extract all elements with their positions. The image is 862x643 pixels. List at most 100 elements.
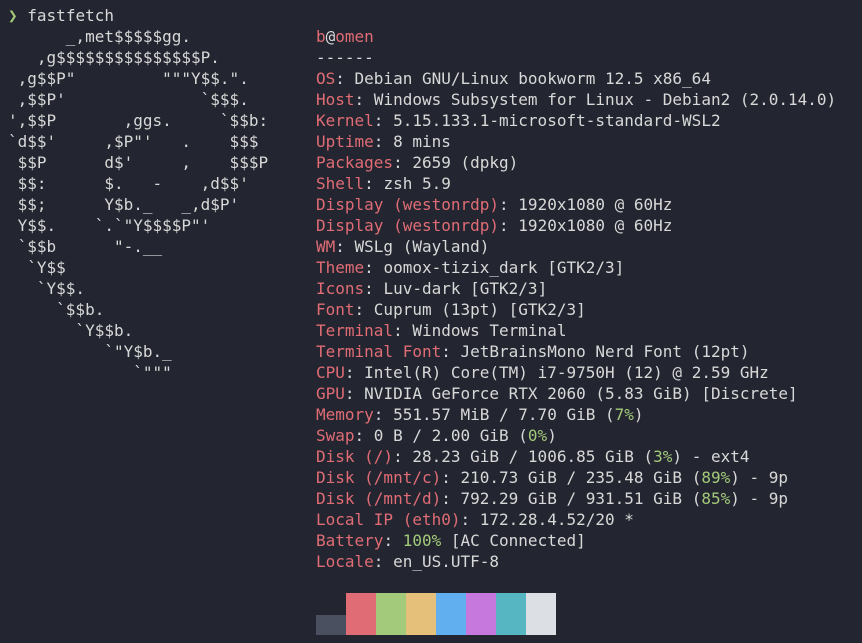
palette-swatch: [446, 593, 456, 635]
info-percentage: 0%: [527, 426, 548, 445]
palette-swatch: [546, 593, 556, 635]
logo-line: ,g$$P" """Y$$.".: [8, 69, 249, 88]
palette-swatch: [346, 593, 356, 635]
palette-swatch: [396, 593, 406, 635]
logo-line: ',$$P ,ggs. `$$b:: [8, 111, 269, 130]
logo-line: `"Y$b._: [8, 342, 172, 361]
at-sign: @: [325, 27, 336, 46]
palette-swatch: [496, 593, 506, 635]
logo-line: `$$b "-.__: [8, 237, 163, 256]
logo-line: `Y$$: [8, 258, 66, 277]
logo-line: `""": [8, 363, 172, 382]
hostname: omen: [335, 27, 374, 46]
info-value: Debian GNU/Linux bookworm 12.5 x86_64: [354, 69, 711, 88]
logo-line: Y$$. `.`"Y$$$$P"': [8, 216, 211, 235]
info-value: 1920x1080 @ 60Hz: [518, 216, 673, 235]
info-percentage: 100%: [402, 531, 442, 550]
palette-swatch: [406, 593, 416, 635]
color-palette: [316, 593, 556, 635]
logo-line: `Y$$b.: [8, 321, 134, 340]
info-row: Local IP (eth0): 172.28.4.52/20 *: [316, 510, 634, 529]
info-key: Disk (/mnt/d): [316, 489, 442, 508]
info-key: Kernel: [316, 111, 374, 130]
info-value: 172.28.4.52/20 *: [479, 510, 634, 529]
header-separator: ------: [316, 48, 374, 67]
palette-swatch: [326, 615, 336, 635]
info-row: Display (westonrdp): 1920x1080 @ 60Hz: [316, 195, 673, 214]
info-key: Disk (/): [316, 447, 394, 466]
debian-logo-ascii: _,met$$$$$gg. ,g$$$$$$$$$$$$$$$P. ,g$$P"…: [8, 26, 268, 383]
info-row: Display (westonrdp): 1920x1080 @ 60Hz: [316, 216, 673, 235]
info-value: JetBrainsMono Nerd Font (12pt): [460, 342, 750, 361]
username: b: [316, 27, 326, 46]
info-row: Disk (/mnt/c): 210.73 GiB / 235.48 GiB (…: [316, 468, 789, 487]
info-value: 0 B / 2.00 GiB (: [373, 426, 528, 445]
info-key: Shell: [316, 174, 365, 193]
info-row: Packages: 2659 (dpkg): [316, 153, 519, 172]
command-prompt: ❯ fastfetch: [8, 5, 114, 26]
info-value: 792.29 GiB / 931.51 GiB (: [460, 489, 702, 508]
logo-line: ,g$$$$$$$$$$$$$$$P.: [8, 48, 220, 67]
info-key: Memory: [316, 405, 374, 424]
palette-swatch: [456, 593, 466, 635]
palette-swatch: [506, 593, 516, 635]
info-value: 28.23 GiB / 1006.85 GiB (: [412, 447, 654, 466]
info-row: Battery: 100% [AC Connected]: [316, 531, 586, 550]
info-value-suffix: ) - ext4: [672, 447, 750, 466]
info-value: Windows Subsystem for Linux - Debian2 (2…: [373, 90, 837, 109]
logo-line: $$; Y$b._ _,d$P': [8, 195, 240, 214]
palette-swatch: [436, 593, 446, 635]
info-row: GPU: NVIDIA GeForce RTX 2060 (5.83 GiB) …: [316, 384, 798, 403]
info-value: en_US.UTF-8: [393, 552, 500, 571]
info-key: Display (westonrdp): [316, 195, 500, 214]
info-value: 2659 (dpkg): [412, 153, 519, 172]
prompt-arrow-icon: ❯: [8, 6, 18, 25]
info-key: Packages: [316, 153, 394, 172]
palette-swatch: [476, 593, 486, 635]
info-value: NVIDIA GeForce RTX 2060 (5.83 GiB) [Disc…: [364, 384, 798, 403]
info-key: WM: [316, 237, 336, 256]
info-value: 5.15.133.1-microsoft-standard-WSL2: [393, 111, 721, 130]
palette-swatch: [316, 615, 326, 635]
info-value: zsh 5.9: [383, 174, 451, 193]
info-row: Shell: zsh 5.9: [316, 174, 451, 193]
info-key: Font: [316, 300, 355, 319]
palette-swatch: [486, 593, 496, 635]
info-row: Font: Cuprum (13pt) [GTK2/3]: [316, 300, 586, 319]
info-key: Uptime: [316, 132, 374, 151]
info-value: Intel(R) Core(TM) i7-9750H (12) @ 2.59 G…: [364, 363, 769, 382]
info-key: Terminal Font: [316, 342, 442, 361]
info-value: Windows Terminal: [412, 321, 567, 340]
palette-swatch: [466, 593, 476, 635]
info-value: 551.57 MiB / 7.70 GiB (: [393, 405, 615, 424]
info-row: CPU: Intel(R) Core(TM) i7-9750H (12) @ 2…: [316, 363, 769, 382]
info-row: OS: Debian GNU/Linux bookworm 12.5 x86_6…: [316, 69, 711, 88]
info-key: Disk (/mnt/c): [316, 468, 442, 487]
palette-swatch: [426, 593, 436, 635]
info-key: Theme: [316, 258, 365, 277]
info-percentage: 85%: [701, 489, 731, 508]
palette-swatch: [376, 593, 386, 635]
info-key: GPU: [316, 384, 345, 403]
info-row: Swap: 0 B / 2.00 GiB (0%): [316, 426, 557, 445]
info-value-suffix: ): [547, 426, 557, 445]
info-key: Locale: [316, 552, 374, 571]
info-row: Uptime: 8 mins: [316, 132, 451, 151]
info-row: Disk (/mnt/d): 792.29 GiB / 931.51 GiB (…: [316, 489, 789, 508]
info-row: Icons: Luv-dark [GTK2/3]: [316, 279, 548, 298]
logo-line: `d$$' ,$P"' . $$$: [8, 132, 259, 151]
info-key: CPU: [316, 363, 345, 382]
logo-line: `$$b.: [8, 300, 105, 319]
info-percentage: 3%: [653, 447, 673, 466]
info-key: Local IP (eth0): [316, 510, 461, 529]
info-value-suffix: ) - 9p: [730, 468, 789, 487]
palette-swatch: [526, 593, 536, 635]
info-row: Terminal: Windows Terminal: [316, 321, 567, 340]
palette-swatch: [356, 593, 366, 635]
palette-swatch: [416, 593, 426, 635]
info-row: Memory: 551.57 MiB / 7.70 GiB (7%): [316, 405, 644, 424]
logo-line: $$P d$' , $$$P: [8, 153, 269, 172]
info-row: Terminal Font: JetBrainsMono Nerd Font (…: [316, 342, 750, 361]
palette-swatch: [516, 593, 526, 635]
palette-swatch: [536, 593, 546, 635]
